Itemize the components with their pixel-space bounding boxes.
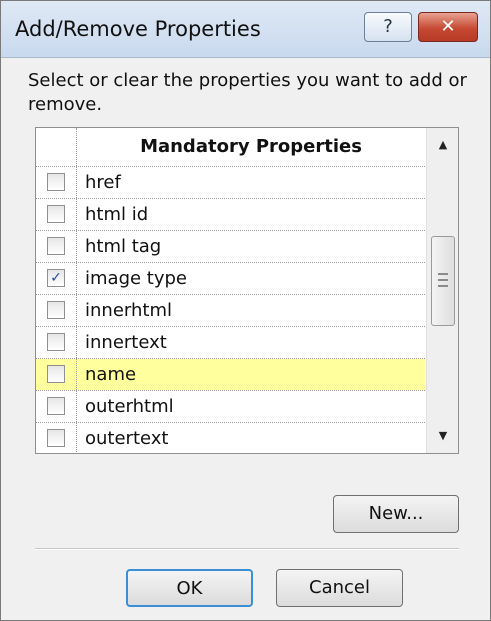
scroll-thumb[interactable] [431,236,455,326]
check-cell [36,199,77,230]
dialog-title: Add/Remove Properties [15,17,261,41]
help-button[interactable]: ? [364,12,412,42]
header-check-column[interactable] [36,128,77,166]
ok-button[interactable]: OK [126,569,253,607]
close-button[interactable]: ✕ [418,12,478,42]
property-row[interactable]: outertext [36,423,425,453]
cancel-button[interactable]: Cancel [276,569,403,607]
checkbox[interactable] [47,429,65,447]
column-header-mandatory-properties[interactable]: Mandatory Properties [77,128,425,166]
grid-header: Mandatory Properties [36,128,425,167]
check-cell [36,231,77,262]
checkbox[interactable] [47,173,65,191]
scroll-down-arrow-icon[interactable]: ▼ [427,419,458,453]
checkbox[interactable] [47,301,65,319]
property-label: href [85,172,121,193]
checked-checkbox[interactable]: ✓ [47,269,65,287]
grip-icon [438,273,448,287]
property-label: image type [85,268,187,289]
property-row[interactable]: html id [36,199,425,231]
property-row[interactable]: name [36,359,425,391]
properties-grid: Mandatory Properties href html id html tag… [35,127,459,454]
check-cell [36,167,77,198]
property-label: outerhtml [85,396,174,417]
add-remove-properties-dialog: Add/Remove Properties ? ✕ Select or clea… [0,0,491,621]
check-cell: ✓ [36,263,77,294]
checkbox[interactable] [47,205,65,223]
property-row[interactable]: innerhtml [36,295,425,327]
property-label: html id [85,204,149,225]
check-cell [36,391,77,422]
new-button[interactable]: New... [333,495,459,533]
check-cell [36,295,77,326]
property-label: name [77,359,425,390]
property-label: outertext [85,428,169,449]
checkbox[interactable] [47,333,65,351]
property-row[interactable]: html tag [36,231,425,263]
scroll-up-arrow-icon[interactable]: ▲ [427,128,458,162]
title-bar: Add/Remove Properties ? ✕ [1,1,490,58]
property-row[interactable]: innertext [36,327,425,359]
property-rows: href html id html tag ✓ image type innerhtml i… [36,167,425,453]
property-label: innertext [85,332,167,353]
checkbox[interactable] [47,237,65,255]
property-row[interactable]: href [36,167,425,199]
property-label: innerhtml [85,300,172,321]
checkbox[interactable] [47,365,65,383]
vertical-scrollbar[interactable]: ▲ ▼ [426,128,458,453]
check-cell [36,423,77,453]
separator [35,548,459,550]
property-label: html tag [85,236,162,257]
check-cell [36,359,77,390]
instructions-text: Select or clear the properties you want … [28,70,467,115]
property-row[interactable]: ✓ image type [36,263,425,295]
property-row[interactable]: outerhtml [36,391,425,423]
checkbox[interactable] [47,397,65,415]
check-cell [36,327,77,358]
